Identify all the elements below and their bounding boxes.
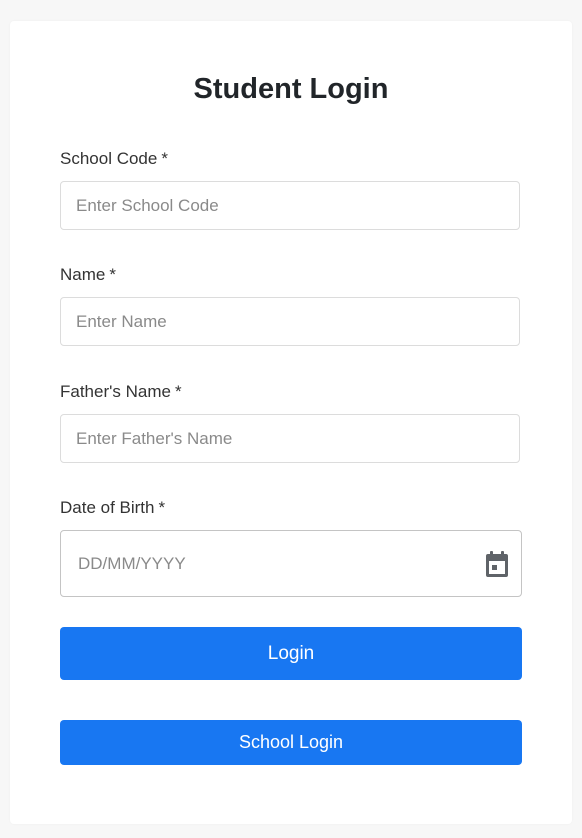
name-label-text: Name	[60, 265, 106, 284]
fathers-name-input[interactable]	[60, 414, 520, 463]
school-login-button[interactable]: School Login	[60, 720, 522, 765]
dob-input[interactable]	[61, 531, 461, 596]
dob-label-text: Date of Birth	[60, 498, 155, 517]
school-code-input[interactable]	[60, 181, 520, 230]
school-code-label-text: School Code	[60, 149, 158, 168]
required-mark: *	[109, 265, 116, 284]
required-mark: *	[174, 382, 182, 401]
school-code-label: School Code *	[60, 148, 168, 170]
login-card: Student Login School Code* Name* Father'…	[10, 21, 572, 824]
name-label: Name *	[60, 264, 116, 286]
page-title: Student Login	[193, 73, 389, 105]
dob-label: Date of Birth *	[60, 497, 165, 519]
required-mark: *	[161, 149, 168, 168]
fathers-name-label: Father's Name *	[60, 381, 182, 403]
name-input[interactable]	[60, 297, 520, 346]
fathers-name-label-text: Father's Name	[60, 382, 171, 401]
required-mark: *	[158, 498, 166, 517]
dob-field[interactable]	[60, 530, 522, 597]
login-button[interactable]: Login	[60, 627, 522, 680]
calendar-icon[interactable]	[485, 551, 509, 577]
